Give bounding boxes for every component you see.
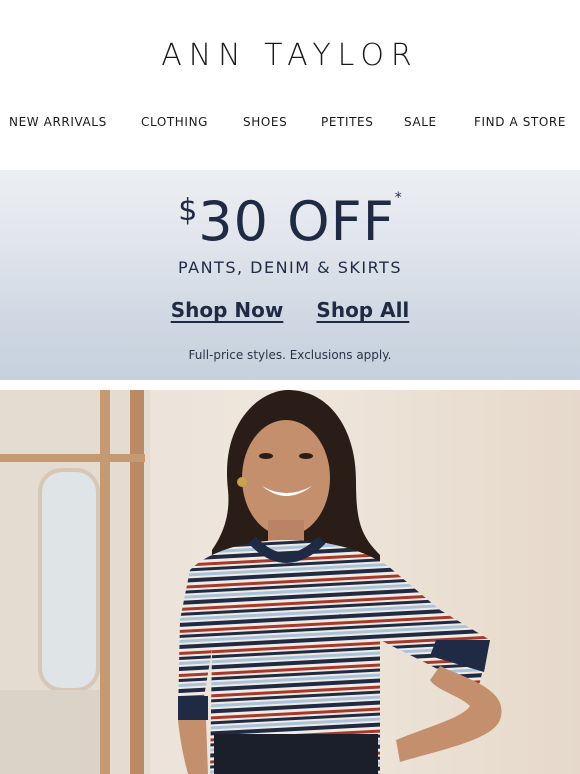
nav-item-petites[interactable]: PETITES [321,115,373,129]
nav-item-sale[interactable]: SALE [404,115,437,129]
promo-currency: $ [178,193,198,228]
header: ANN TAYLOR [0,0,580,100]
promo-fine-print: Full-price styles. Exclusions apply. [188,348,392,362]
model-photo-icon [0,390,580,774]
promo-headline: $30 OFF* [0,190,580,253]
brand-logo[interactable]: ANN TAYLOR [0,38,580,73]
main-nav: NEW ARRIVALS CLOTHING SHOES PETITES SALE… [0,115,580,135]
nav-item-new-arrivals[interactable]: NEW ARRIVALS [9,115,107,129]
promo-cta-group: Shop Now Shop All [0,298,580,322]
promo-asterisk: * [394,190,402,206]
hero-image[interactable] [0,390,580,774]
promo-banner[interactable]: $30 OFF* PANTS, DENIM & SKIRTS Shop Now … [0,170,580,380]
shop-now-link[interactable]: Shop Now [171,298,284,322]
promo-subheading: PANTS, DENIM & SKIRTS [178,258,402,277]
promo-amount: 30 OFF [198,190,395,253]
nav-item-clothing[interactable]: CLOTHING [141,115,208,129]
nav-item-find-a-store[interactable]: FIND A STORE [474,115,566,129]
nav-item-shoes[interactable]: SHOES [243,115,287,129]
shop-all-link[interactable]: Shop All [316,298,409,322]
